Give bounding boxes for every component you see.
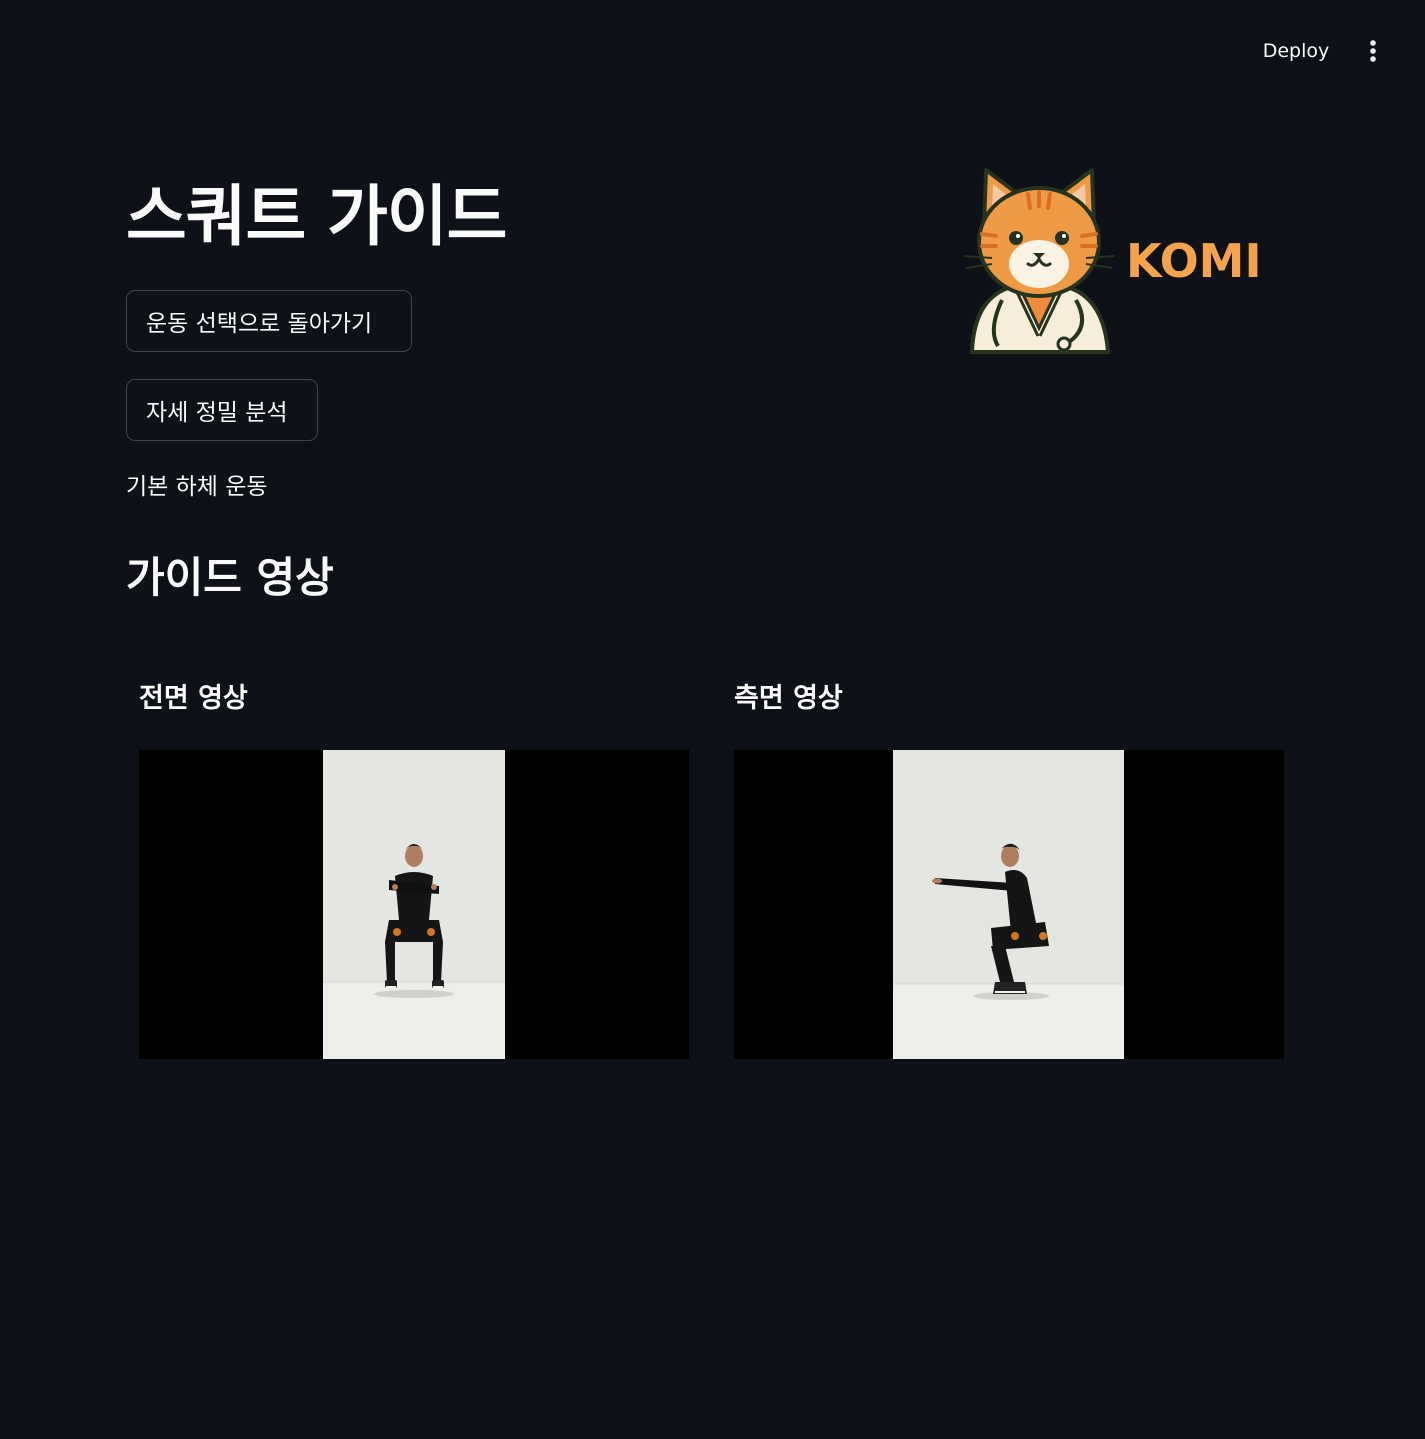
front-squat-video-frame [323,750,505,1059]
side-video-player[interactable] [734,750,1284,1059]
guide-video-heading: 가이드 영상 [126,553,334,602]
side-squat-video-frame [893,750,1124,1059]
back-to-exercise-select-button[interactable]: 운동 선택으로 돌아가기 [126,290,412,352]
page-title: 스쿼트 가이드 [126,178,507,255]
side-video-title: 측면 영상 [734,683,843,714]
top-toolbar: Deploy [0,0,1425,100]
exercise-category-caption: 기본 하체 운동 [126,474,268,500]
front-video-title: 전면 영상 [139,683,248,714]
cat-doctor-mascot-icon: KOMI [963,168,1262,354]
logo-text: KOMI [1126,234,1262,288]
vertical-ellipsis-icon [1370,40,1376,62]
deploy-button[interactable]: Deploy [1250,32,1342,70]
komi-logo: KOMI [958,160,1278,360]
main-menu-button[interactable] [1355,34,1391,68]
front-video-player[interactable] [139,750,689,1059]
posture-analysis-button[interactable]: 자세 정밀 분석 [126,379,318,441]
